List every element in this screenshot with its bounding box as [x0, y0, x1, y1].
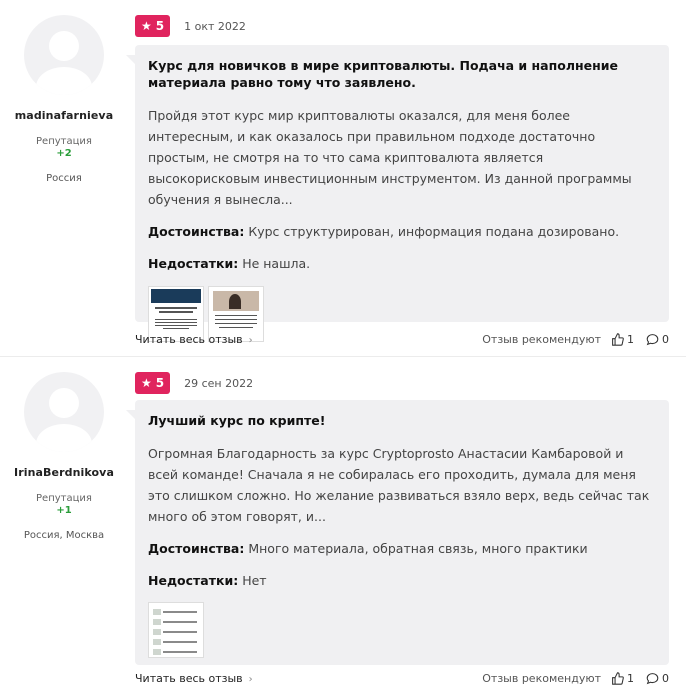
- reputation-value: +1: [56, 505, 72, 516]
- like-button[interactable]: 1: [611, 333, 634, 346]
- reputation-label: Репутация: [36, 493, 92, 504]
- comment-button[interactable]: 0: [646, 333, 669, 346]
- review-header: ★ 5 1 окт 2022: [135, 15, 246, 37]
- read-full-review-link[interactable]: Читать весь отзыв ›: [135, 672, 253, 685]
- comment-icon: [646, 672, 659, 684]
- rating-value: 5: [155, 376, 165, 390]
- review-excerpt: Пройдя этот курс мир криптовалюты оказал…: [148, 108, 632, 207]
- review-card: IrinaBerdnikova Репутация +1 Россия, Мос…: [0, 356, 686, 700]
- thumb-up-icon: [612, 671, 624, 685]
- cons-text: Нет: [242, 573, 267, 588]
- review-title[interactable]: Лучший курс по крипте!: [148, 412, 656, 429]
- read-more-label: Читать весь отзыв: [135, 332, 243, 346]
- recommend-label: Отзыв рекомендуют: [482, 332, 601, 346]
- review-date: 1 окт 2022: [184, 19, 246, 33]
- review-pros: Достоинства: Много материала, обратная с…: [148, 540, 656, 558]
- review-title[interactable]: Курс для новичков в мире криптовалюты. П…: [148, 57, 656, 91]
- pros-text: Курс структурирован, информация подана д…: [248, 224, 620, 239]
- review-excerpt: Огромная Благодарность за курс Cryptopro…: [148, 446, 650, 524]
- chevron-right-icon: ›: [248, 334, 253, 346]
- comment-count: 0: [662, 332, 669, 346]
- comment-count: 0: [662, 671, 669, 685]
- pros-label: Достоинства:: [148, 224, 245, 239]
- username[interactable]: madinafarnieva: [0, 109, 128, 122]
- comment-icon: [646, 333, 659, 345]
- review-author: madinafarnieva Репутация +2 Россия: [0, 0, 128, 184]
- rating-badge: ★ 5: [135, 372, 171, 394]
- reputation-label: Репутация: [36, 136, 92, 147]
- comment-button[interactable]: 0: [646, 672, 669, 685]
- review-cons: Недостатки: Не нашла.: [148, 255, 656, 273]
- review-footer: Читать весь отзыв › Отзыв рекомендуют 1 0: [135, 669, 669, 687]
- cons-text: Не нашла.: [242, 256, 311, 271]
- photo-thumbnail[interactable]: [148, 602, 204, 658]
- review-cons: Недостатки: Нет: [148, 572, 656, 590]
- review-photos: [148, 602, 656, 658]
- like-count: 1: [627, 671, 634, 685]
- star-icon: ★: [141, 376, 152, 390]
- thumb-up-icon: [612, 332, 624, 346]
- review-author: IrinaBerdnikova Репутация +1 Россия, Мос…: [0, 357, 128, 541]
- review-body: Курс для новичков в мире криптовалюты. П…: [126, 45, 669, 342]
- star-icon: ★: [141, 19, 152, 33]
- user-location: Россия, Москва: [23, 530, 105, 541]
- like-count: 1: [627, 332, 634, 346]
- review-footer: Читать весь отзыв › Отзыв рекомендуют 1 0: [135, 330, 669, 348]
- reputation-value: +2: [56, 148, 72, 159]
- pros-label: Достоинства:: [148, 541, 245, 556]
- rating-badge: ★ 5: [135, 15, 171, 37]
- cons-label: Недостатки:: [148, 256, 239, 271]
- user-location: Россия: [46, 173, 82, 184]
- chevron-right-icon: ›: [248, 673, 253, 685]
- review-card: madinafarnieva Репутация +2 Россия ★ 5 1…: [0, 0, 686, 356]
- username[interactable]: IrinaBerdnikova: [0, 466, 128, 479]
- cons-label: Недостатки:: [148, 573, 239, 588]
- avatar[interactable]: [24, 372, 104, 452]
- read-more-label: Читать весь отзыв: [135, 671, 243, 685]
- read-full-review-link[interactable]: Читать весь отзыв ›: [135, 333, 253, 346]
- pros-text: Много материала, обратная связь, много п…: [248, 541, 588, 556]
- like-button[interactable]: 1: [611, 672, 634, 685]
- rating-value: 5: [155, 19, 165, 33]
- review-pros: Достоинства: Курс структурирован, информ…: [148, 223, 656, 241]
- review-date: 29 сен 2022: [184, 376, 254, 390]
- recommend-label: Отзыв рекомендуют: [482, 671, 601, 685]
- review-body: Лучший курс по крипте! Огромная Благодар…: [126, 400, 669, 665]
- review-header: ★ 5 29 сен 2022: [135, 372, 253, 394]
- avatar[interactable]: [24, 15, 104, 95]
